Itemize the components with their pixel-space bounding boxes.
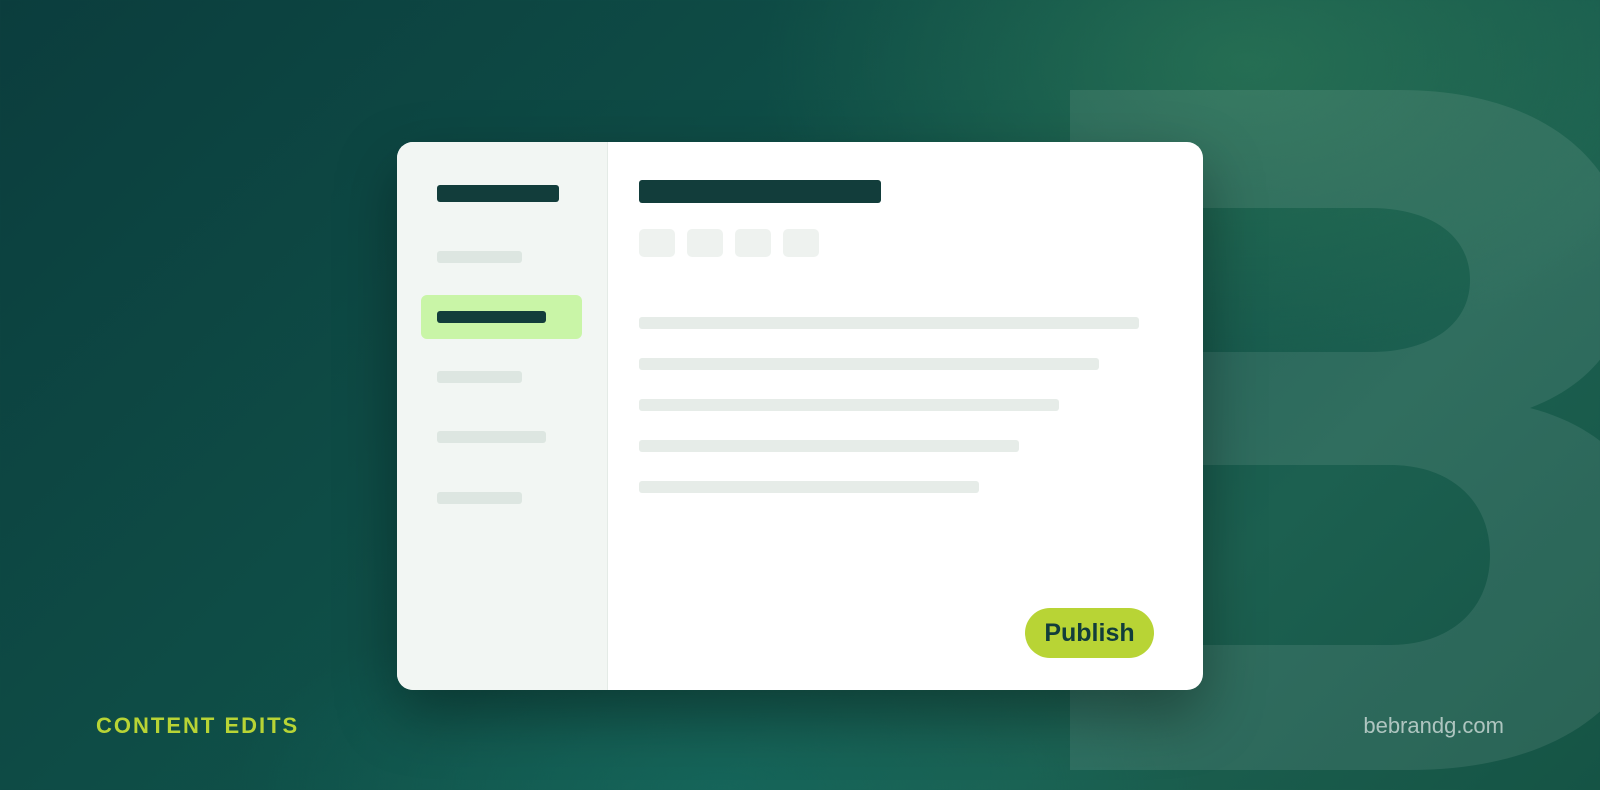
sidebar-item-active[interactable] [421, 295, 582, 339]
publish-button[interactable]: Publish [1025, 608, 1154, 658]
sidebar-item[interactable] [437, 371, 522, 383]
toolbar-button[interactable] [639, 229, 675, 257]
sidebar [397, 142, 608, 690]
content-line [639, 481, 979, 493]
toolbar-button[interactable] [735, 229, 771, 257]
editor-window: Publish [397, 142, 1203, 690]
sidebar-logo-placeholder [437, 185, 559, 202]
content-line [639, 317, 1139, 329]
site-url: bebrandg.com [1363, 713, 1504, 738]
sidebar-item[interactable] [437, 251, 522, 263]
caption-text: CONTENT EDITS [96, 713, 300, 738]
sidebar-item[interactable] [437, 431, 546, 443]
content-line [639, 399, 1059, 411]
content-line [639, 358, 1099, 370]
toolbar-button[interactable] [687, 229, 723, 257]
toolbar-button[interactable] [783, 229, 819, 257]
content-line [639, 440, 1019, 452]
page-title-placeholder [639, 180, 881, 203]
sidebar-item-active-label-placeholder [437, 311, 546, 323]
sidebar-item[interactable] [437, 492, 522, 504]
